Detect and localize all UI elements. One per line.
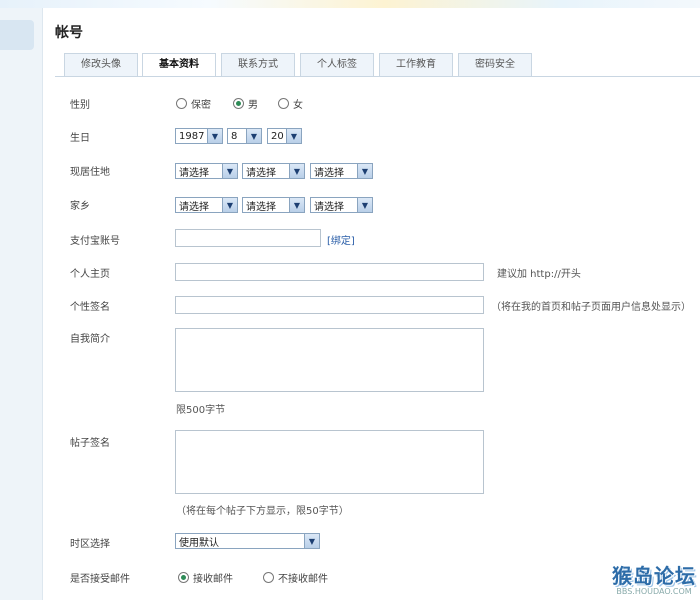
hometown-province-select[interactable]: 请选择 ▼ xyxy=(175,197,238,213)
residence-district-select[interactable]: 请选择 ▼ xyxy=(310,163,373,179)
homepage-hint: 建议加 http://开头 xyxy=(497,269,581,280)
signature-label: 个性签名 xyxy=(70,302,110,313)
chevron-down-icon: ▼ xyxy=(207,129,222,143)
tab-avatar[interactable]: 修改头像 xyxy=(64,53,138,76)
gender-option-male[interactable]: 男 xyxy=(233,96,258,111)
post-signature-label: 帖子签名 xyxy=(70,438,110,449)
email-option-receive[interactable]: 接收邮件 xyxy=(178,570,233,585)
radio-icon[interactable] xyxy=(176,98,187,109)
post-signature-textarea[interactable] xyxy=(175,430,484,494)
residence-label: 现居住地 xyxy=(70,167,110,178)
tab-work-education[interactable]: 工作教育 xyxy=(379,53,453,76)
left-sidebar xyxy=(0,8,43,600)
bio-textarea[interactable] xyxy=(175,328,484,392)
page-title: 帐号 xyxy=(55,25,83,41)
sidebar-selected-item[interactable] xyxy=(0,20,34,50)
email-label: 是否接受邮件 xyxy=(70,574,130,585)
chevron-down-icon: ▼ xyxy=(286,129,301,143)
chevron-down-icon: ▼ xyxy=(246,129,261,143)
tab-divider xyxy=(55,76,700,77)
birthday-label: 生日 xyxy=(70,133,90,144)
radio-icon[interactable] xyxy=(278,98,289,109)
alipay-input[interactable] xyxy=(175,229,321,247)
signature-input[interactable] xyxy=(175,296,484,314)
chevron-down-icon: ▼ xyxy=(289,164,304,178)
watermark-title: 猴岛论坛 xyxy=(612,564,696,588)
gender-option-female[interactable]: 女 xyxy=(278,96,303,111)
signature-hint: （将在我的首页和帖子页面用户信息处显示） xyxy=(491,302,691,313)
hometown-city-select[interactable]: 请选择 ▼ xyxy=(242,197,305,213)
gender-option-secret[interactable]: 保密 xyxy=(176,96,211,111)
chevron-down-icon: ▼ xyxy=(222,198,237,212)
timezone-label: 时区选择 xyxy=(70,539,110,550)
chevron-down-icon: ▼ xyxy=(357,164,372,178)
hometown-label: 家乡 xyxy=(70,201,90,212)
tab-basic-info[interactable]: 基本资料 xyxy=(142,53,216,77)
birth-day-select[interactable]: 20 ▼ xyxy=(267,128,302,144)
radio-selected-icon[interactable] xyxy=(233,98,244,109)
chevron-down-icon: ▼ xyxy=(304,534,319,548)
email-option-reject[interactable]: 不接收邮件 xyxy=(263,570,328,585)
radio-selected-icon[interactable] xyxy=(178,572,189,583)
watermark-url: BBS.HOUDAO.COM xyxy=(616,587,692,596)
post-signature-hint: （将在每个帖子下方显示，限50字节） xyxy=(176,506,349,517)
tab-tags[interactable]: 个人标签 xyxy=(300,53,374,76)
chevron-down-icon: ▼ xyxy=(222,164,237,178)
timezone-select[interactable]: 使用默认 ▼ xyxy=(175,533,320,549)
homepage-label: 个人主页 xyxy=(70,269,110,280)
chevron-down-icon: ▼ xyxy=(289,198,304,212)
chevron-down-icon: ▼ xyxy=(357,198,372,212)
birth-year-select[interactable]: 1987 ▼ xyxy=(175,128,223,144)
birth-month-select[interactable]: 8 ▼ xyxy=(227,128,262,144)
gender-label: 性别 xyxy=(70,100,90,111)
tab-password-security[interactable]: 密码安全 xyxy=(458,53,532,76)
bio-limit-hint: 限500字节 xyxy=(176,405,226,416)
bind-alipay-link[interactable]: [绑定] xyxy=(327,232,355,247)
bio-label: 自我简介 xyxy=(70,334,110,345)
watermark-logo: 猴岛论坛 BBS.HOUDAO.COM xyxy=(612,560,696,596)
tab-contact[interactable]: 联系方式 xyxy=(221,53,295,76)
hometown-district-select[interactable]: 请选择 ▼ xyxy=(310,197,373,213)
alipay-label: 支付宝账号 xyxy=(70,236,120,247)
top-banner xyxy=(0,0,700,8)
homepage-input[interactable] xyxy=(175,263,484,281)
residence-city-select[interactable]: 请选择 ▼ xyxy=(242,163,305,179)
radio-icon[interactable] xyxy=(263,572,274,583)
residence-province-select[interactable]: 请选择 ▼ xyxy=(175,163,238,179)
